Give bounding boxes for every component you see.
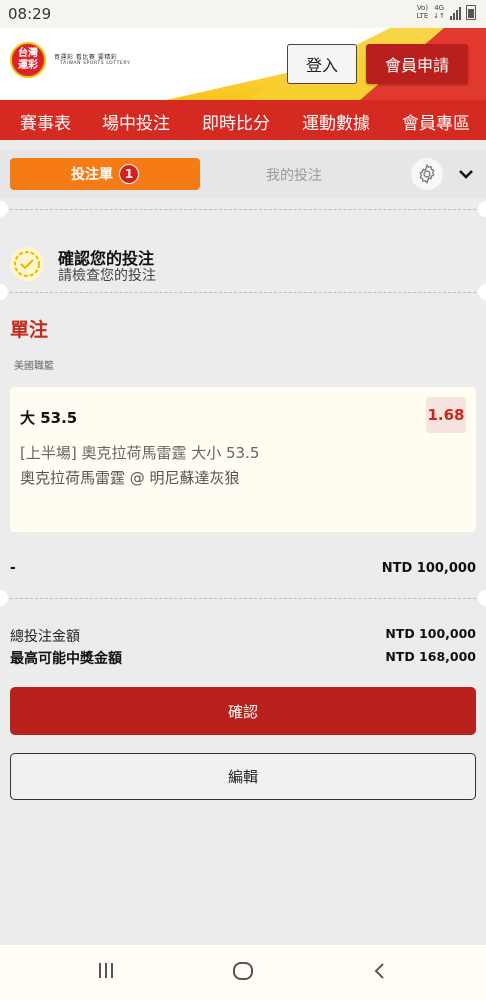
total-stake-label: 總投注金額 [10, 629, 80, 645]
logo-text: 台灣運彩 [18, 48, 38, 71]
volte-indicator: Vo) LTE [416, 4, 429, 20]
max-win-label: 最高可能中獎金額 [10, 651, 122, 667]
network-type-indicator: 4G ↓↑ [433, 4, 445, 20]
login-button[interactable]: 登入 [287, 44, 357, 84]
ticket-notch [478, 590, 486, 606]
nav-item-live-betting[interactable]: 場中投注 [102, 109, 170, 134]
tab-bet-slip[interactable]: 投注單 1 [10, 158, 200, 190]
bet-selection: 大 53.5 [20, 409, 78, 427]
chevron-down-icon[interactable] [458, 166, 474, 185]
section-title-single: 單注 [10, 319, 49, 341]
nav-item-schedule[interactable]: 賽事表 [20, 109, 71, 134]
stake-value: NTD 100,000 [381, 561, 476, 576]
ticket-notch [478, 201, 486, 217]
ticket-notch [0, 284, 8, 300]
league-name: 美國職籃 [14, 361, 54, 372]
nav-item-member-zone[interactable]: 會員專區 [402, 109, 470, 134]
tab-my-bets[interactable]: 我的投注 [266, 165, 322, 185]
back-icon[interactable] [369, 959, 389, 987]
total-stake-value: NTD 100,000 [385, 626, 476, 641]
divider [0, 598, 486, 599]
confirm-subtitle: 請檢查您的投注 [58, 268, 156, 284]
ticket-notch [478, 284, 486, 300]
bet-tabs: 投注單 1 我的投注 [0, 150, 486, 198]
nav-item-live-scores[interactable]: 即時比分 [202, 109, 270, 134]
confirm-button[interactable]: 確認 [10, 687, 476, 735]
bet-card: 大 53.5 1.68 [上半場] 奧克拉荷馬雷霆 大小 53.5 奧克拉荷馬雷… [10, 387, 476, 532]
max-win-value: NTD 168,000 [385, 649, 476, 664]
recent-apps-icon[interactable] [95, 959, 117, 985]
member-signup-button[interactable]: 會員申請 [366, 44, 468, 84]
edit-button[interactable]: 編輯 [10, 753, 476, 800]
home-icon[interactable] [231, 959, 255, 987]
battery-icon [466, 5, 476, 20]
divider [0, 292, 486, 293]
logo-slogan: 買運彩 看比賽 要精彩 [54, 54, 118, 61]
logo-english-name: TAIWAN SPORTS LOTTERY [60, 61, 131, 66]
main-nav: 賽事表 場中投注 即時比分 運動數據 會員專區 [0, 100, 486, 140]
stake-label: - [10, 560, 16, 576]
bet-market: [上半場] 奧克拉荷馬雷霆 大小 53.5 [20, 444, 260, 462]
ticket-notch [0, 201, 8, 217]
bet-match: 奧克拉荷馬雷霆 @ 明尼蘇達灰狼 [20, 469, 240, 487]
confirm-check-icon [10, 247, 44, 281]
divider [0, 209, 486, 210]
settings-gear-icon[interactable] [411, 158, 443, 190]
signal-strength-icon [450, 6, 461, 20]
site-header: 台灣運彩 買運彩 看比賽 要精彩 TAIWAN SPORTS LOTTERY 登… [0, 28, 486, 100]
system-navigation-bar [0, 945, 486, 1000]
bet-count-badge: 1 [119, 164, 139, 184]
clock-time: 08:29 [8, 5, 52, 23]
brand-logo[interactable]: 台灣運彩 [10, 42, 46, 78]
system-icons: Vo) LTE 4G ↓↑ [417, 4, 476, 20]
status-bar: 08:29 Vo) LTE 4G ↓↑ [0, 0, 486, 28]
odds-badge: 1.68 [426, 397, 466, 433]
tab-bet-slip-label: 投注單 [71, 167, 113, 183]
nav-item-sports-data[interactable]: 運動數據 [302, 109, 370, 134]
ticket-notch [0, 590, 8, 606]
